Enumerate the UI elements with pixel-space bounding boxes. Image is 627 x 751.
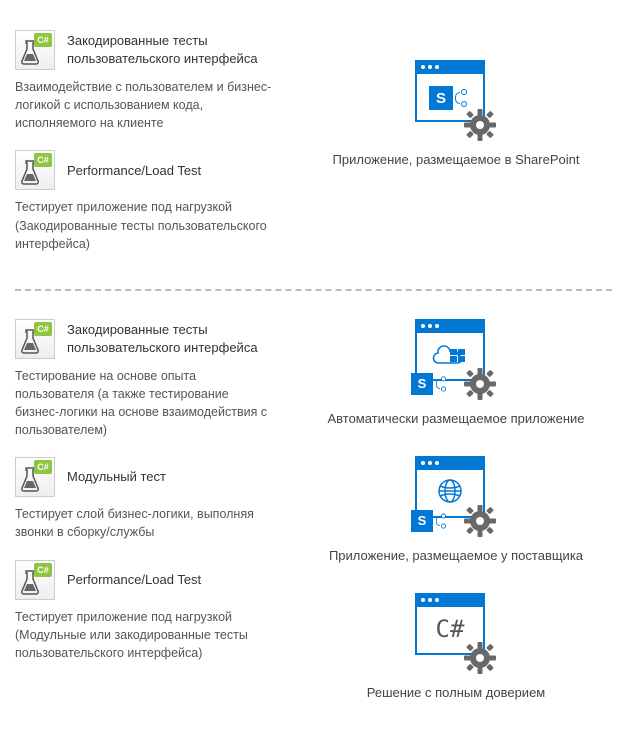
test-title: Performance/Load Test [67, 162, 201, 180]
globe-icon [437, 478, 463, 504]
csharp-badge-icon: C# [34, 460, 52, 474]
test-desc: Тестирование на основе опыта пользовател… [15, 367, 275, 440]
test-desc: Тестирует приложение под нагрузкой (Моду… [15, 608, 275, 662]
section-other-hosting: C# Закодированные тесты пользовательског… [15, 319, 612, 730]
section-divider [15, 289, 612, 291]
app-autohosted: S Автоматически размещаемое приложение [327, 319, 584, 426]
app-icon: S [415, 60, 497, 142]
test-title: Модульный тест [67, 468, 166, 486]
test-icon: C# [15, 319, 55, 359]
gear-icon [461, 502, 499, 540]
section-sharepoint-hosted: C# Закодированные тесты пользовательског… [15, 30, 612, 271]
share-glyph-icon [455, 89, 467, 107]
gear-icon [461, 365, 499, 403]
test-desc: Взаимодействие с пользователем и бизнес-… [15, 78, 275, 132]
share-glyph-icon [436, 376, 446, 391]
app-icon: S [415, 319, 497, 401]
app-icon: S [415, 456, 497, 538]
test-desc: Тестирует приложение под нагрузкой (Зако… [15, 198, 275, 252]
test-desc: Тестирует слой бизнес-логики, выполняя з… [15, 505, 275, 541]
sharepoint-icon: S [411, 510, 433, 532]
test-block-coded-ui: C# Закодированные тесты пользовательског… [15, 319, 275, 440]
csharp-badge-icon: C# [34, 153, 52, 167]
test-icon: C# [15, 150, 55, 190]
app-full-trust: C# Решение с полным доверием [367, 593, 546, 700]
test-icon: C# [15, 457, 55, 497]
test-list: C# Закодированные тесты пользовательског… [15, 30, 275, 271]
share-glyph-icon [436, 513, 446, 528]
test-title: Закодированные тесты пользовательского и… [67, 32, 258, 67]
test-block-unit: C# Модульный тест Тестирует слой бизнес-… [15, 457, 275, 541]
app-label: Приложение, размещаемое у поставщика [329, 548, 583, 563]
csharp-badge-icon: C# [34, 33, 52, 47]
app-sharepoint-hosted: S Приложение, размещаемое в SharePoint [333, 60, 580, 167]
csharp-badge-icon: C# [34, 322, 52, 336]
test-list: C# Закодированные тесты пользовательског… [15, 319, 275, 730]
app-label: Приложение, размещаемое в SharePoint [333, 152, 580, 167]
gear-icon [461, 106, 499, 144]
app-label: Решение с полным доверием [367, 685, 546, 700]
test-title: Performance/Load Test [67, 571, 201, 589]
sharepoint-icon: S [429, 86, 453, 110]
test-block-coded-ui: C# Закодированные тесты пользовательског… [15, 30, 275, 132]
app-label: Автоматически размещаемое приложение [327, 411, 584, 426]
csharp-badge-icon: C# [34, 563, 52, 577]
app-icon: C# [415, 593, 497, 675]
cloud-azure-icon [428, 339, 472, 367]
test-icon: C# [15, 30, 55, 70]
app-provider-hosted: S Приложение, размещаемое у поставщика [329, 456, 583, 563]
test-title: Закодированные тесты пользовательского и… [67, 321, 258, 356]
test-block-perf: C# Performance/Load Test Тестирует прило… [15, 560, 275, 662]
sharepoint-icon: S [411, 373, 433, 395]
test-block-perf: C# Performance/Load Test Тестирует прило… [15, 150, 275, 252]
gear-icon [461, 639, 499, 677]
test-icon: C# [15, 560, 55, 600]
